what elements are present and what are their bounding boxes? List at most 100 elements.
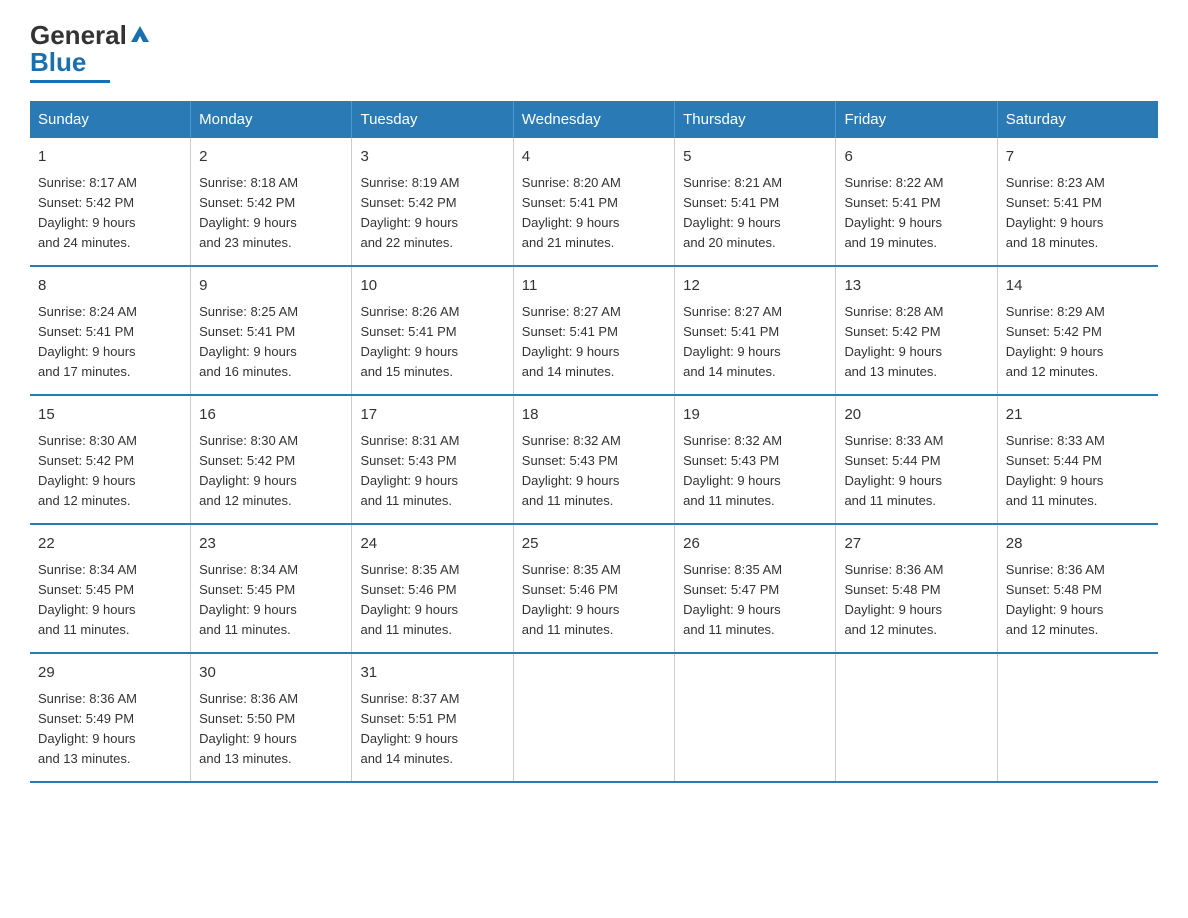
day-number: 7 [1006,146,1150,169]
day-number: 13 [844,275,988,298]
day-info: Sunrise: 8:37 AMSunset: 5:51 PMDaylight:… [360,689,504,770]
day-number: 15 [38,404,182,427]
day-info: Sunrise: 8:18 AMSunset: 5:42 PMDaylight:… [199,173,343,254]
day-info: Sunrise: 8:17 AMSunset: 5:42 PMDaylight:… [38,173,182,254]
calendar-cell: 8 Sunrise: 8:24 AMSunset: 5:41 PMDaylight… [30,266,191,395]
calendar-cell [836,653,997,782]
calendar-cell: 1 Sunrise: 8:17 AMSunset: 5:42 PMDaylight… [30,138,191,266]
calendar-cell: 4 Sunrise: 8:20 AMSunset: 5:41 PMDaylight… [513,138,674,266]
day-number: 18 [522,404,666,427]
day-info: Sunrise: 8:27 AMSunset: 5:41 PMDaylight:… [522,302,666,383]
day-number: 31 [360,662,504,685]
day-info: Sunrise: 8:31 AMSunset: 5:43 PMDaylight:… [360,431,504,512]
calendar-cell: 23Sunrise: 8:34 AMSunset: 5:45 PMDayligh… [191,524,352,653]
day-number: 20 [844,404,988,427]
calendar-cell: 17 Sunrise: 8:31 AMSunset: 5:43 PMDayligh… [352,395,513,524]
day-info: Sunrise: 8:21 AMSunset: 5:41 PMDaylight:… [683,173,827,254]
day-info: Sunrise: 8:32 AMSunset: 5:43 PMDaylight:… [683,431,827,512]
calendar-cell: 25 Sunrise: 8:35 AMSunset: 5:46 PMDayligh… [513,524,674,653]
day-info: Sunrise: 8:19 AMSunset: 5:42 PMDaylight:… [360,173,504,254]
calendar-cell: 14Sunrise: 8:29 AMSunset: 5:42 PMDayligh… [997,266,1158,395]
day-number: 1 [38,146,182,169]
calendar-cell: 29 Sunrise: 8:36 AMSunset: 5:49 PMDayligh… [30,653,191,782]
calendar-cell: 27 Sunrise: 8:36 AMSunset: 5:48 PMDayligh… [836,524,997,653]
day-info: Sunrise: 8:33 AMSunset: 5:44 PMDaylight:… [844,431,988,512]
day-info: Sunrise: 8:34 AMSunset: 5:45 PMDaylight:… [38,560,182,641]
calendar-cell: 16 Sunrise: 8:30 AMSunset: 5:42 PMDayligh… [191,395,352,524]
calendar-cell [513,653,674,782]
day-number: 8 [38,275,182,298]
page-header: General Blue [30,20,1158,83]
column-header-thursday: Thursday [675,101,836,138]
calendar-cell: 30 Sunrise: 8:36 AMSunset: 5:50 PMDayligh… [191,653,352,782]
day-info: Sunrise: 8:26 AMSunset: 5:41 PMDaylight:… [360,302,504,383]
day-info: Sunrise: 8:23 AMSunset: 5:41 PMDaylight:… [1006,173,1150,254]
week-row-3: 15 Sunrise: 8:30 AMSunset: 5:42 PMDayligh… [30,395,1158,524]
day-info: Sunrise: 8:36 AMSunset: 5:48 PMDaylight:… [1006,560,1150,641]
day-number: 10 [360,275,504,298]
calendar-table: SundayMondayTuesdayWednesdayThursdayFrid… [30,101,1158,783]
calendar-cell: 28 Sunrise: 8:36 AMSunset: 5:48 PMDayligh… [997,524,1158,653]
day-number: 14 [1006,275,1150,298]
day-number: 3 [360,146,504,169]
day-number: 27 [844,533,988,556]
logo-underline [30,80,110,83]
day-info: Sunrise: 8:36 AMSunset: 5:48 PMDaylight:… [844,560,988,641]
day-info: Sunrise: 8:36 AMSunset: 5:50 PMDaylight:… [199,689,343,770]
day-number: 12 [683,275,827,298]
day-info: Sunrise: 8:36 AMSunset: 5:49 PMDaylight:… [38,689,182,770]
day-info: Sunrise: 8:20 AMSunset: 5:41 PMDaylight:… [522,173,666,254]
day-info: Sunrise: 8:35 AMSunset: 5:46 PMDaylight:… [522,560,666,641]
calendar-cell: 6 Sunrise: 8:22 AMSunset: 5:41 PMDaylight… [836,138,997,266]
day-number: 6 [844,146,988,169]
calendar-cell: 26Sunrise: 8:35 AMSunset: 5:47 PMDayligh… [675,524,836,653]
calendar-header-row: SundayMondayTuesdayWednesdayThursdayFrid… [30,101,1158,138]
day-number: 16 [199,404,343,427]
day-info: Sunrise: 8:35 AMSunset: 5:46 PMDaylight:… [360,560,504,641]
logo-icon [129,24,151,46]
calendar-cell: 12Sunrise: 8:27 AMSunset: 5:41 PMDayligh… [675,266,836,395]
day-number: 19 [683,404,827,427]
calendar-cell: 18 Sunrise: 8:32 AMSunset: 5:43 PMDayligh… [513,395,674,524]
calendar-cell: 11 Sunrise: 8:27 AMSunset: 5:41 PMDayligh… [513,266,674,395]
day-number: 22 [38,533,182,556]
day-number: 11 [522,275,666,298]
day-info: Sunrise: 8:24 AMSunset: 5:41 PMDaylight:… [38,302,182,383]
day-number: 30 [199,662,343,685]
calendar-cell: 5Sunrise: 8:21 AMSunset: 5:41 PMDaylight… [675,138,836,266]
calendar-cell: 24 Sunrise: 8:35 AMSunset: 5:46 PMDayligh… [352,524,513,653]
day-info: Sunrise: 8:28 AMSunset: 5:42 PMDaylight:… [844,302,988,383]
calendar-cell: 31 Sunrise: 8:37 AMSunset: 5:51 PMDayligh… [352,653,513,782]
day-info: Sunrise: 8:34 AMSunset: 5:45 PMDaylight:… [199,560,343,641]
day-number: 9 [199,275,343,298]
column-header-monday: Monday [191,101,352,138]
calendar-cell: 3 Sunrise: 8:19 AMSunset: 5:42 PMDaylight… [352,138,513,266]
calendar-cell: 2Sunrise: 8:18 AMSunset: 5:42 PMDaylight… [191,138,352,266]
column-header-wednesday: Wednesday [513,101,674,138]
calendar-cell: 13 Sunrise: 8:28 AMSunset: 5:42 PMDayligh… [836,266,997,395]
calendar-cell [675,653,836,782]
day-info: Sunrise: 8:25 AMSunset: 5:41 PMDaylight:… [199,302,343,383]
day-number: 4 [522,146,666,169]
calendar-cell: 22 Sunrise: 8:34 AMSunset: 5:45 PMDayligh… [30,524,191,653]
day-number: 25 [522,533,666,556]
column-header-saturday: Saturday [997,101,1158,138]
day-info: Sunrise: 8:33 AMSunset: 5:44 PMDaylight:… [1006,431,1150,512]
day-number: 29 [38,662,182,685]
calendar-cell: 15 Sunrise: 8:30 AMSunset: 5:42 PMDayligh… [30,395,191,524]
week-row-5: 29 Sunrise: 8:36 AMSunset: 5:49 PMDayligh… [30,653,1158,782]
day-info: Sunrise: 8:22 AMSunset: 5:41 PMDaylight:… [844,173,988,254]
day-info: Sunrise: 8:32 AMSunset: 5:43 PMDaylight:… [522,431,666,512]
day-info: Sunrise: 8:30 AMSunset: 5:42 PMDaylight:… [199,431,343,512]
day-number: 28 [1006,533,1150,556]
day-info: Sunrise: 8:30 AMSunset: 5:42 PMDaylight:… [38,431,182,512]
column-header-friday: Friday [836,101,997,138]
calendar-cell: 7 Sunrise: 8:23 AMSunset: 5:41 PMDaylight… [997,138,1158,266]
day-number: 17 [360,404,504,427]
day-number: 21 [1006,404,1150,427]
calendar-cell: 21 Sunrise: 8:33 AMSunset: 5:44 PMDayligh… [997,395,1158,524]
calendar-cell: 20 Sunrise: 8:33 AMSunset: 5:44 PMDayligh… [836,395,997,524]
week-row-2: 8 Sunrise: 8:24 AMSunset: 5:41 PMDaylight… [30,266,1158,395]
day-info: Sunrise: 8:35 AMSunset: 5:47 PMDaylight:… [683,560,827,641]
day-number: 24 [360,533,504,556]
